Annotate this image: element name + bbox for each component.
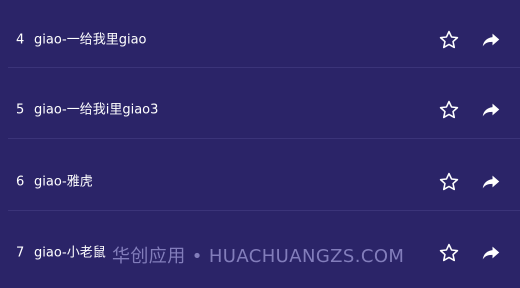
watermark: 华创应用 • HUACHUANGZS.COM [112,246,405,267]
song-row[interactable]: 4 giao-一给我里giao [0,4,520,75]
row-divider [8,67,520,68]
song-title[interactable]: giao-雅虎 [34,175,93,188]
star-outline-icon[interactable] [438,242,460,264]
share-arrow-icon[interactable] [482,245,500,261]
song-index: 5 [16,102,25,117]
star-outline-icon[interactable] [438,99,460,121]
star-outline-icon[interactable] [438,171,460,193]
share-arrow-icon[interactable] [482,102,500,118]
share-arrow-icon[interactable] [482,32,500,48]
song-row[interactable]: 5 giao-一给我i里giao3 [0,74,520,145]
share-arrow-icon[interactable] [482,174,500,190]
row-divider [8,138,520,139]
song-index: 7 [16,245,25,260]
song-title[interactable]: giao-一给我i里giao3 [34,103,158,116]
song-index: 6 [16,174,25,189]
song-title[interactable]: giao-小老鼠 [34,246,106,259]
song-title[interactable]: giao-一给我里giao [34,33,147,46]
song-row[interactable]: 6 giao-雅虎 [0,146,520,217]
song-list: 4 giao-一给我里giao 5 giao-一给我i里giao3 6 giao… [0,0,520,280]
song-index: 4 [16,32,25,47]
row-divider [8,210,520,211]
star-outline-icon[interactable] [438,29,460,51]
